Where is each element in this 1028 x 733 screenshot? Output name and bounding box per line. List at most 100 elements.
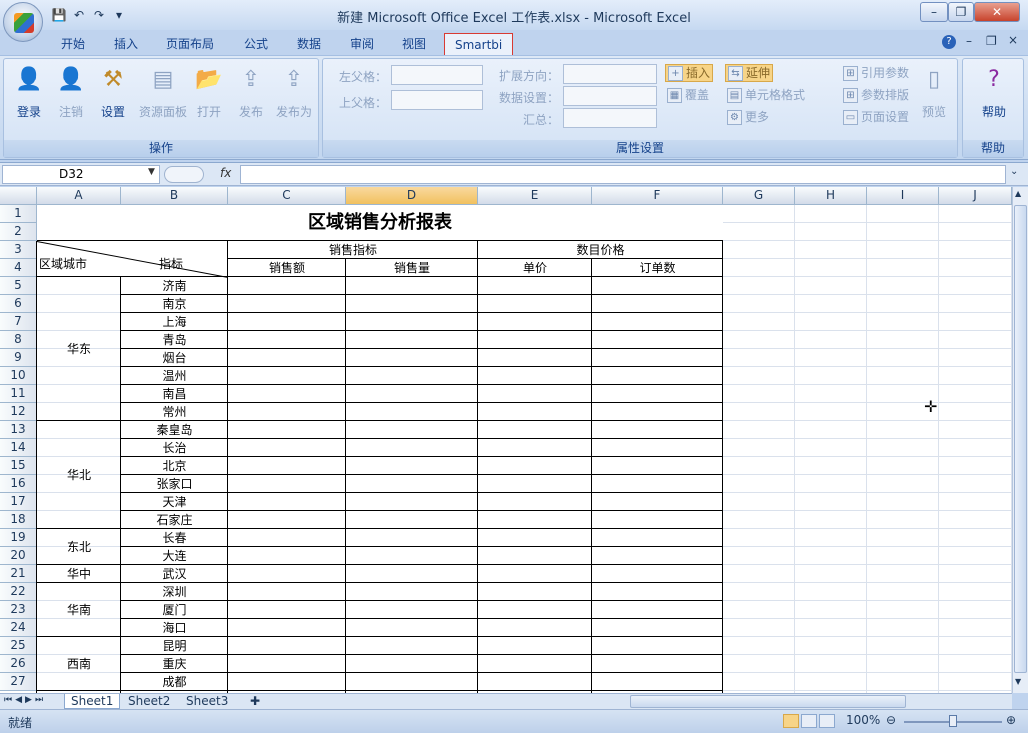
settings-button[interactable]: ⚒ 设置 [94,65,132,120]
row-header[interactable]: 6 [0,295,37,313]
normal-view-icon[interactable] [783,714,799,728]
row-header[interactable]: 25 [0,637,37,655]
tab-view[interactable]: 视图 [402,33,426,55]
row-header[interactable]: 27 [0,673,37,691]
row-header[interactable]: 11 [0,385,37,403]
top-parent-combo[interactable] [391,90,483,110]
city-name[interactable]: 济南 [121,277,228,295]
row-header[interactable]: 5 [0,277,37,295]
publish-button[interactable]: ⇪ 发布 [232,65,270,120]
row-header[interactable]: 7 [0,313,37,331]
city-name[interactable]: 长治 [121,439,228,457]
scroll-up-icon[interactable]: ▲ [1015,189,1026,201]
report-title[interactable]: 区域销售分析报表 [37,205,723,241]
restore-button[interactable]: ❐ [948,2,974,22]
resource-panel-button[interactable]: ▤ 资源面板 [136,65,190,120]
help-button[interactable]: ? 帮助 [975,65,1013,120]
city-name[interactable]: 武汉 [121,565,228,583]
logout-button[interactable]: 👤 注销 [52,65,90,120]
city-name[interactable]: 成都 [121,673,228,691]
row-header[interactable]: 14 [0,439,37,457]
worksheet-grid[interactable]: A B C D E F G H I J 1 2 3 4 5 6 7 8 9 10 11 12 13 14 1… [0,187,1012,693]
row-header[interactable]: 9 [0,349,37,367]
page-break-view-icon[interactable] [819,714,835,728]
row-header[interactable]: 22 [0,583,37,601]
save-icon[interactable]: 💾 [50,6,68,24]
publish-as-button[interactable]: ⇪ 发布为 [272,65,316,120]
vertical-scroll-thumb[interactable] [1014,205,1027,673]
param-layout-button[interactable]: ⊞ 参数排版 [843,86,909,104]
insert-sheet-icon[interactable]: ✚ [244,694,266,709]
column-header-a[interactable]: A [37,187,121,205]
left-parent-combo[interactable] [391,65,483,85]
row-header[interactable]: 19 [0,529,37,547]
column-header-d[interactable]: D [346,187,478,205]
region-name[interactable]: 华中 [37,565,121,583]
corner-right-label[interactable]: 指标 [141,255,201,273]
scroll-down-icon[interactable]: ▼ [1015,677,1026,689]
tab-review[interactable]: 审阅 [350,33,374,55]
page-layout-view-icon[interactable] [801,714,817,728]
zoom-level[interactable]: 100% [846,713,880,727]
cell-format-button[interactable]: ▤ 单元格格式 [727,86,805,104]
column-header-f[interactable]: F [592,187,723,205]
help-icon[interactable]: ? [942,35,956,49]
city-name[interactable]: 秦皇岛 [121,421,228,439]
undo-icon[interactable]: ↶ [70,6,88,24]
region-name[interactable]: 西南 [37,637,121,691]
summary-combo[interactable] [563,108,657,128]
ribbon-minimize-icon[interactable]: – [966,34,972,48]
city-name[interactable]: 温州 [121,367,228,385]
horizontal-scroll-thumb[interactable] [630,695,906,708]
city-name[interactable]: 北京 [121,457,228,475]
row-header[interactable]: 1 [0,205,37,223]
column-header-i[interactable]: I [867,187,939,205]
column-header-h[interactable]: H [795,187,867,205]
formula-input[interactable] [240,165,1006,184]
sheet-tab-sheet1[interactable]: Sheet1 [64,694,121,709]
row-header[interactable]: 2 [0,223,37,241]
header-sales-qty[interactable]: 销售量 [346,259,478,277]
open-button[interactable]: 📂 打开 [190,65,228,120]
column-header-e[interactable]: E [478,187,592,205]
ribbon-close-icon[interactable]: × [1008,33,1018,47]
row-header[interactable]: 26 [0,655,37,673]
column-header-c[interactable]: C [228,187,346,205]
row-header[interactable]: 23 [0,601,37,619]
column-header-b[interactable]: B [121,187,228,205]
ref-param-button[interactable]: ⊞ 引用参数 [843,64,909,82]
city-name[interactable]: 上海 [121,313,228,331]
row-header[interactable]: 13 [0,421,37,439]
city-name[interactable]: 大连 [121,547,228,565]
more-button[interactable]: ⚙ 更多 [727,108,769,126]
customize-qat-icon[interactable]: ▾ [110,6,128,24]
page-setup-button[interactable]: ▭ 页面设置 [843,108,909,126]
region-name[interactable]: 华东 [37,277,121,421]
row-header[interactable]: 8 [0,331,37,349]
vertical-scrollbar[interactable]: ▲ ▼ [1012,187,1028,693]
region-name[interactable]: 华北 [37,421,121,529]
zoom-out-icon[interactable]: ⊖ [886,713,896,727]
corner-left-label[interactable]: 区域城市 [39,255,99,273]
row-header[interactable]: 4 [0,259,37,277]
city-name[interactable]: 重庆 [121,655,228,673]
region-name[interactable]: 东北 [37,529,121,565]
tab-formulas[interactable]: 公式 [244,33,268,55]
zoom-slider-thumb[interactable] [949,715,957,727]
data-setting-combo[interactable] [563,86,657,106]
close-button[interactable]: ✕ [974,2,1020,22]
insert-button[interactable]: + 插入 [665,64,714,82]
city-name[interactable]: 青岛 [121,331,228,349]
row-header[interactable]: 21 [0,565,37,583]
row-header[interactable]: 18 [0,511,37,529]
city-name[interactable]: 海口 [121,619,228,637]
city-name[interactable]: 石家庄 [121,511,228,529]
row-header[interactable]: 20 [0,547,37,565]
tab-insert[interactable]: 插入 [114,33,138,55]
tab-page-layout[interactable]: 页面布局 [166,33,214,55]
redo-icon[interactable]: ↷ [90,6,108,24]
select-all-corner[interactable] [0,187,37,205]
row-header[interactable]: 10 [0,367,37,385]
insert-function-icon[interactable]: fx [220,166,231,180]
city-name[interactable]: 厦门 [121,601,228,619]
